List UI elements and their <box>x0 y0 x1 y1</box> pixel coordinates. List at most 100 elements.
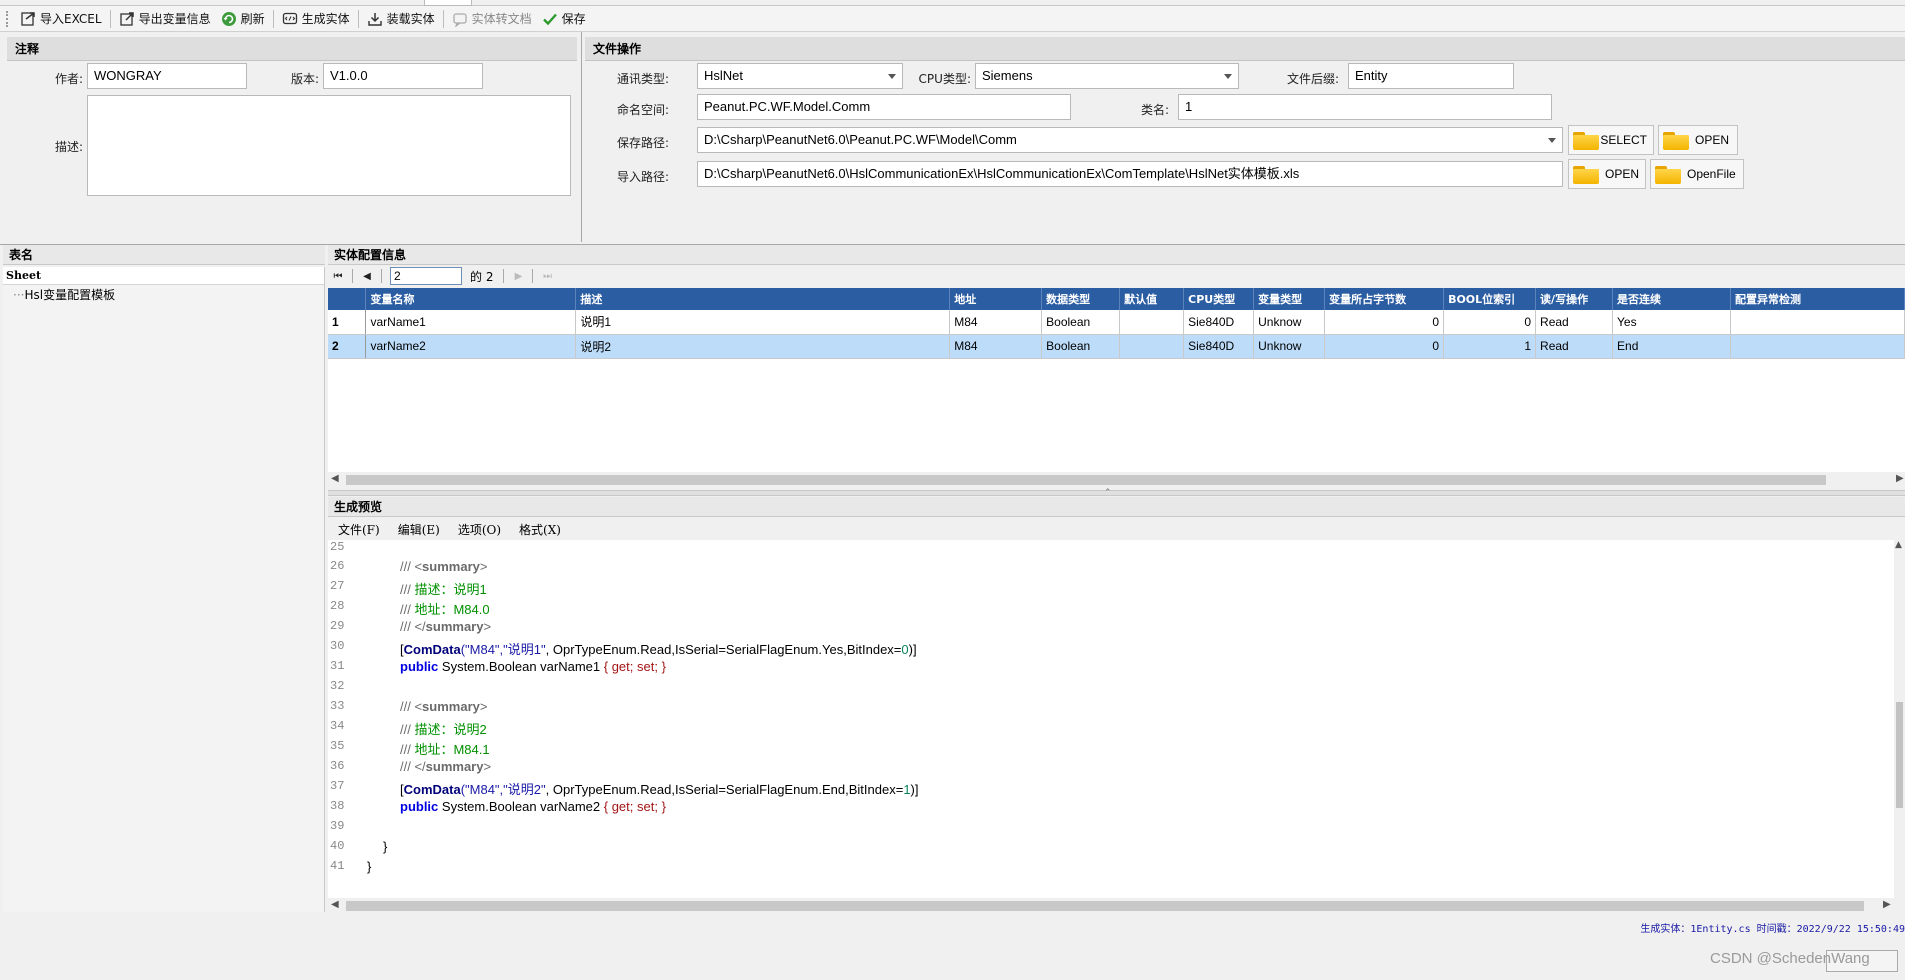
line-number: 30 <box>330 639 345 653</box>
generate-entity-button[interactable]: 生成实体 <box>277 8 355 30</box>
code-horizontal-scrollbar[interactable]: ◀ ▶ <box>328 898 1905 914</box>
first-page-icon[interactable]: ⏮ <box>328 271 348 282</box>
column-header[interactable]: 描述 <box>575 288 951 310</box>
next-page-icon[interactable]: ▶ <box>508 271 528 282</box>
column-header[interactable]: 是否连续 <box>1612 288 1731 310</box>
import-excel-button[interactable]: 导入EXCEL <box>15 8 107 30</box>
row-number[interactable]: 2 <box>328 334 367 359</box>
column-header[interactable]: 变量名称 <box>365 288 577 310</box>
scroll-up-icon[interactable]: ▲ <box>1895 540 1902 550</box>
open-import-path-button[interactable]: OPEN <box>1568 159 1646 189</box>
scroll-left-icon[interactable]: ◀ <box>331 899 339 910</box>
column-header[interactable]: 数据类型 <box>1041 288 1121 310</box>
suffix-field[interactable]: Entity <box>1348 63 1514 89</box>
status-text: 生成实体：1Entity.cs 时间戳：2022/9/22 15:50:49 <box>1640 924 1905 935</box>
table-cell[interactable]: M84 <box>949 334 1043 359</box>
table-row[interactable]: 2 varName2 说明2 M84 Boolean Sie840D Unkno… <box>328 334 1905 359</box>
table-cell[interactable]: Yes <box>1612 310 1731 335</box>
save-path-value: D:\Csharp\PeanutNet6.0\Peanut.PC.WF\Mode… <box>704 132 1017 147</box>
grid-horizontal-scrollbar[interactable]: ◀ ▶ <box>328 472 1905 488</box>
tree-root[interactable]: Sheet <box>3 267 324 285</box>
author-field[interactable]: WONGRAY <box>87 63 247 89</box>
table-cell[interactable]: 0 <box>1443 310 1537 335</box>
scroll-left-icon[interactable]: ◀ <box>331 473 339 484</box>
grid-scroll-thumb[interactable] <box>346 475 1826 485</box>
table-cell[interactable]: Read <box>1535 310 1614 335</box>
table-cell[interactable]: End <box>1612 334 1731 359</box>
column-header[interactable]: 变量所占字节数 <box>1324 288 1445 310</box>
open-save-path-button[interactable]: OPEN <box>1658 125 1738 155</box>
table-cell[interactable]: M84 <box>949 310 1043 335</box>
import-path-field[interactable]: D:\Csharp\PeanutNet6.0\HslCommunicationE… <box>697 161 1563 187</box>
column-header[interactable]: CPU类型 <box>1183 288 1255 310</box>
tree-node-template[interactable]: ···Hsl变量配置模板 <box>3 285 324 305</box>
table-cell[interactable] <box>1730 310 1905 335</box>
column-header[interactable]: BOOL位索引 <box>1443 288 1537 310</box>
line-number: 37 <box>330 779 345 793</box>
table-cell[interactable]: Unknow <box>1253 310 1326 335</box>
table-cell[interactable]: Unknow <box>1253 334 1326 359</box>
table-cell[interactable]: 0 <box>1324 334 1445 359</box>
table-cell[interactable] <box>1730 334 1905 359</box>
namespace-field[interactable]: Peanut.PC.WF.Model.Comm <box>697 94 1071 120</box>
table-row[interactable]: 1 varName1 说明1 M84 Boolean Sie840D Unkno… <box>328 310 1905 335</box>
table-cell[interactable]: varName1 <box>365 310 577 335</box>
table-cell[interactable]: Sie840D <box>1183 310 1255 335</box>
table-cell[interactable]: varName2 <box>365 334 577 359</box>
version-field[interactable]: V1.0.0 <box>323 63 483 89</box>
code-hscroll-thumb[interactable] <box>346 901 1864 911</box>
open-file-button[interactable]: OpenFile <box>1650 159 1744 189</box>
class-name-field[interactable]: 1 <box>1178 94 1552 120</box>
table-cell[interactable]: 说明2 <box>575 334 951 359</box>
load-icon <box>367 11 383 27</box>
table-cell[interactable]: Read <box>1535 334 1614 359</box>
prev-page-icon[interactable]: ◀ <box>357 271 377 282</box>
save-path-label: 保存路径: <box>616 136 669 150</box>
load-entity-button[interactable]: 装载实体 <box>362 8 440 30</box>
code-editor[interactable]: 25 26 27 28 29 30 31 32 33 34 35 36 37 3… <box>328 540 1894 898</box>
menu-format[interactable]: 格式(X) <box>519 521 561 538</box>
toolbar-separator <box>272 9 274 28</box>
scroll-right-icon[interactable]: ▶ <box>1883 899 1891 910</box>
column-header[interactable]: 地址 <box>949 288 1043 310</box>
line-number: 31 <box>330 659 345 673</box>
column-header[interactable]: 读/写操作 <box>1535 288 1614 310</box>
table-cell[interactable] <box>1119 334 1185 359</box>
code-scroll-thumb[interactable] <box>1896 702 1903 808</box>
toolbar-separator <box>442 9 444 28</box>
description-textarea[interactable] <box>87 95 571 196</box>
suffix-label: 文件后缀: <box>1286 72 1339 86</box>
table-cell[interactable]: Boolean <box>1041 334 1121 359</box>
panel-splitter[interactable]: ⌃ <box>328 488 1905 498</box>
line-number: 38 <box>330 799 345 813</box>
page-input[interactable]: 2 <box>390 267 462 285</box>
tree-node-label: Hsl变量配置模板 <box>24 288 116 302</box>
menu-options[interactable]: 选项(O) <box>458 521 501 538</box>
last-page-icon[interactable]: ⏭ <box>537 271 557 282</box>
table-cell[interactable]: 1 <box>1443 334 1537 359</box>
refresh-button[interactable]: 刷新 <box>216 8 270 30</box>
save-button[interactable]: 保存 <box>537 8 591 30</box>
column-header[interactable]: 变量类型 <box>1253 288 1326 310</box>
entity-to-doc-button[interactable]: 实体转文档 <box>447 8 537 30</box>
menu-edit[interactable]: 编辑(E) <box>398 521 440 538</box>
cpu-type-select[interactable]: Siemens <box>975 63 1239 89</box>
scroll-right-icon[interactable]: ▶ <box>1896 473 1904 484</box>
code-vertical-scrollbar[interactable]: ▲ <box>1894 540 1905 898</box>
export-vars-button[interactable]: 导出变量信息 <box>114 8 216 30</box>
column-header[interactable]: 配置异常检测 <box>1730 288 1905 310</box>
table-cell[interactable]: Boolean <box>1041 310 1121 335</box>
file-ops-group: 文件操作 通讯类型: HslNet CPU类型: Siemens 文件后缀: E… <box>585 37 1905 242</box>
table-cell[interactable] <box>1119 310 1185 335</box>
refresh-label: 刷新 <box>240 12 265 26</box>
table-cell[interactable]: 0 <box>1324 310 1445 335</box>
table-cell[interactable]: 说明1 <box>575 310 951 335</box>
comm-type-select[interactable]: HslNet <box>697 63 903 89</box>
menu-file[interactable]: 文件(F) <box>338 521 380 538</box>
row-number[interactable]: 1 <box>328 310 367 335</box>
table-cell[interactable]: Sie840D <box>1183 334 1255 359</box>
save-path-select[interactable]: D:\Csharp\PeanutNet6.0\Peanut.PC.WF\Mode… <box>697 127 1563 153</box>
toolbar-grip[interactable] <box>6 10 9 27</box>
select-save-path-button[interactable]: SELECT <box>1568 125 1654 155</box>
column-header[interactable]: 默认值 <box>1119 288 1185 310</box>
